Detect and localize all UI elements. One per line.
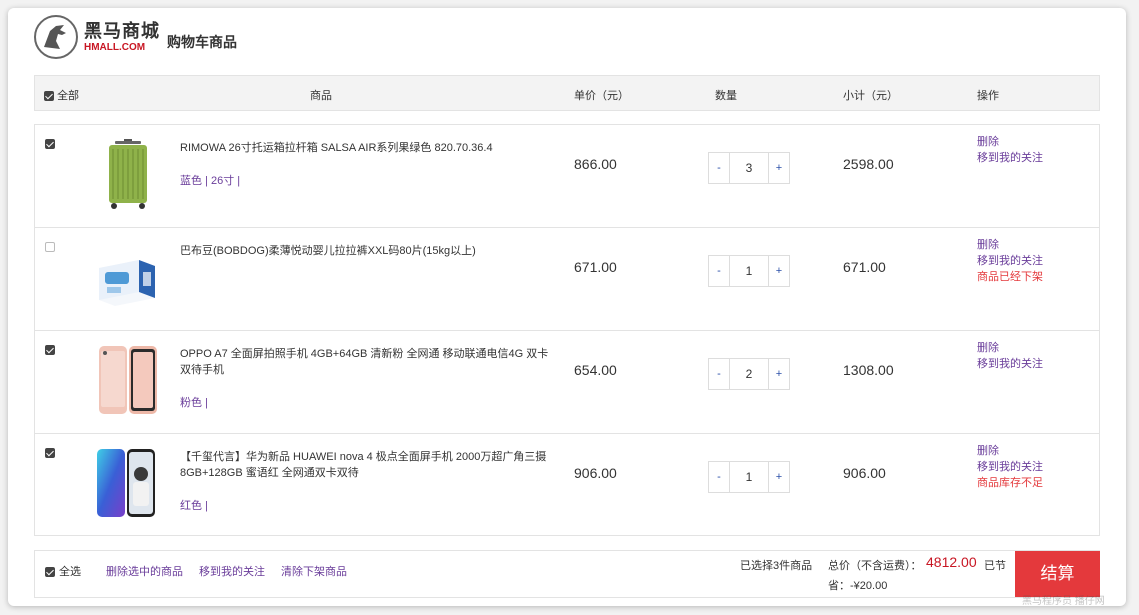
qty-value[interactable]: 1 (730, 256, 768, 286)
item-price: 906.00 (574, 465, 617, 481)
item-price: 654.00 (574, 362, 617, 378)
cart-row: 【千玺代言】华为新品 HUAWEI nova 4 极点全面屏手机 2000万超广… (35, 434, 1099, 537)
move-to-favorites-link[interactable]: 移到我的关注 (977, 150, 1043, 166)
brand-logo[interactable]: 黑马商城 HMALL.COM (34, 14, 160, 60)
item-checkbox[interactable] (45, 242, 55, 252)
cart-card: 黑马商城 HMALL.COM 购物车商品 全部 商品 单价（元） 数量 小计（元… (8, 8, 1126, 606)
horse-logo-icon (34, 15, 78, 59)
col-unit-price: 单价（元） (574, 90, 629, 102)
clear-offline-link[interactable]: 清除下架商品 (281, 563, 347, 579)
item-name[interactable]: OPPO A7 全面屏拍照手机 4GB+64GB 清新粉 全网通 移动联通电信4… (180, 346, 552, 378)
total-label: 总价（不含运费）： (828, 560, 922, 572)
blue-phone-image[interactable] (93, 446, 163, 520)
item-actions: 删除 移到我的关注 (977, 340, 1043, 372)
qty-minus-button[interactable]: - (709, 359, 730, 389)
footer-select-all-checkbox[interactable] (45, 567, 55, 578)
item-subtotal: 1308.00 (843, 362, 894, 378)
footer-select-all[interactable]: 全选 (45, 563, 81, 579)
qty-minus-button[interactable]: - (709, 256, 730, 286)
qty-value[interactable]: 1 (730, 462, 768, 492)
item-subtotal: 906.00 (843, 465, 886, 481)
delete-link[interactable]: 删除 (977, 134, 1043, 150)
item-subtotal: 2598.00 (843, 156, 894, 172)
quantity-stepper: - 1 + (708, 255, 790, 287)
item-price: 866.00 (574, 156, 617, 172)
item-attrs: 粉色 | (180, 397, 208, 409)
delete-link[interactable]: 删除 (977, 237, 1043, 253)
total-price: 4812.00 (926, 554, 977, 570)
item-checkbox[interactable] (45, 448, 55, 458)
qty-minus-button[interactable]: - (709, 153, 730, 183)
col-product: 商品 (310, 90, 332, 102)
move-to-favorites-link[interactable]: 移到我的关注 (977, 253, 1043, 269)
offline-notice: 商品已经下架 (977, 271, 1043, 283)
checkout-button[interactable]: 结算 (1015, 551, 1100, 597)
footer-move-to-favorites-link[interactable]: 移到我的关注 (199, 563, 265, 579)
diaper-box-image[interactable] (93, 240, 163, 314)
cart-row: OPPO A7 全面屏拍照手机 4GB+64GB 清新粉 全网通 移动联通电信4… (35, 331, 1099, 434)
col-actions: 操作 (977, 90, 999, 102)
move-to-favorites-link[interactable]: 移到我的关注 (977, 459, 1043, 475)
quantity-stepper: - 3 + (708, 152, 790, 184)
savings-prefix: 已节 (984, 560, 1006, 572)
item-name[interactable]: RIMOWA 26寸托运箱拉杆箱 SALSA AIR系列果绿色 820.70.3… (180, 140, 552, 156)
delete-selected-link[interactable]: 删除选中的商品 (106, 563, 183, 579)
item-actions: 删除 移到我的关注 商品已经下架 (977, 237, 1043, 285)
qty-plus-button[interactable]: + (768, 256, 789, 286)
item-price: 671.00 (574, 259, 617, 275)
item-checkbox[interactable] (45, 139, 55, 149)
cart-footer: 全选 删除选中的商品 移到我的关注 清除下架商品 已选择3件商品 总价（不含运费… (34, 550, 1100, 598)
qty-plus-button[interactable]: + (768, 462, 789, 492)
cart-row: RIMOWA 26寸托运箱拉杆箱 SALSA AIR系列果绿色 820.70.3… (35, 125, 1099, 228)
qty-value[interactable]: 2 (730, 359, 768, 389)
qty-plus-button[interactable]: + (768, 153, 789, 183)
col-subtotal: 小计（元） (843, 90, 898, 102)
brand-domain: HMALL.COM (84, 41, 146, 53)
item-attrs: 红色 | (180, 500, 208, 512)
item-name[interactable]: 巴布豆(BOBDOG)柔薄悦动婴儿拉拉裤XXL码80片(15kg以上) (180, 243, 552, 259)
item-subtotal: 671.00 (843, 259, 886, 275)
selected-count: 已选择3件商品 (740, 560, 813, 572)
move-to-favorites-link[interactable]: 移到我的关注 (977, 356, 1043, 372)
qty-minus-button[interactable]: - (709, 462, 730, 492)
qty-value[interactable]: 3 (730, 153, 768, 183)
quantity-stepper: - 2 + (708, 358, 790, 390)
low-stock-notice: 商品库存不足 (977, 477, 1043, 489)
cart-item-list: RIMOWA 26寸托运箱拉杆箱 SALSA AIR系列果绿色 820.70.3… (34, 124, 1100, 536)
qty-plus-button[interactable]: + (768, 359, 789, 389)
luggage-image[interactable] (93, 137, 163, 211)
savings-amount: 省：-¥20.00 (828, 580, 888, 592)
item-actions: 删除 移到我的关注 商品库存不足 (977, 443, 1043, 491)
cart-table-header: 全部 商品 单价（元） 数量 小计（元） 操作 (34, 75, 1100, 111)
item-name[interactable]: 【千玺代言】华为新品 HUAWEI nova 4 极点全面屏手机 2000万超广… (180, 449, 552, 481)
col-quantity: 数量 (715, 90, 737, 102)
quantity-stepper: - 1 + (708, 461, 790, 493)
delete-link[interactable]: 删除 (977, 443, 1043, 459)
item-actions: 删除 移到我的关注 (977, 134, 1043, 166)
brand-name: 黑马商城 (84, 20, 160, 41)
watermark: 黑马程序员 播仔网 (1022, 596, 1105, 607)
select-all-header[interactable]: 全部 (44, 87, 79, 103)
item-attrs: 蓝色 | 26寸 | (180, 175, 241, 187)
cart-row: 巴布豆(BOBDOG)柔薄悦动婴儿拉拉裤XXL码80片(15kg以上) 671.… (35, 228, 1099, 331)
page-title: 购物车商品 (167, 34, 237, 50)
delete-link[interactable]: 删除 (977, 340, 1043, 356)
select-all-checkbox[interactable] (44, 91, 54, 102)
pink-phone-image[interactable] (93, 343, 163, 417)
item-checkbox[interactable] (45, 345, 55, 355)
